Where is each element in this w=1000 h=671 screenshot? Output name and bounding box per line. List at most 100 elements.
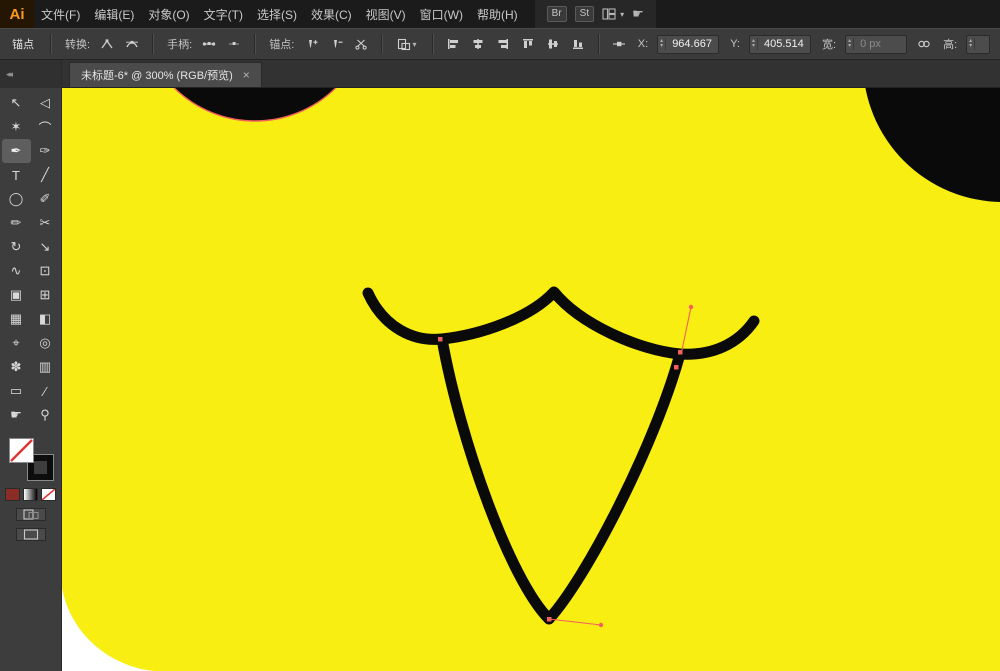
menu-file[interactable]: 文件(F) [34, 0, 87, 28]
zoom-tool[interactable]: ⚲ [31, 403, 60, 427]
rotate-tool[interactable]: ↻ [2, 235, 31, 259]
align-top-button[interactable] [518, 34, 538, 54]
line-segment-tool[interactable]: ╱ [31, 163, 60, 187]
lasso-tool[interactable]: ⌒ [31, 115, 60, 139]
align-right-button[interactable] [493, 34, 513, 54]
cut-path-button[interactable] [351, 34, 371, 54]
magic-wand-tool-icon: ✶ [10, 119, 22, 134]
anchor-point[interactable] [438, 337, 443, 342]
color-button[interactable] [5, 488, 20, 501]
yellow-head-shape[interactable] [62, 88, 1000, 671]
drawing-mode-button[interactable] [15, 508, 46, 521]
gradient-button[interactable] [23, 488, 38, 501]
scale-tool[interactable]: ↘ [31, 235, 60, 259]
screen-mode-button[interactable] [15, 528, 46, 541]
curvature-tool[interactable]: ✑ [31, 139, 60, 163]
close-icon[interactable]: × [243, 68, 250, 82]
menu-view[interactable]: 视图(V) [359, 0, 413, 28]
eyedropper-tool[interactable]: ⌖ [2, 331, 31, 355]
mesh-tool[interactable]: ▦ [2, 307, 31, 331]
pen-tool-icon: ✒ [10, 143, 22, 158]
chevron-down-icon: ▾ [620, 9, 625, 19]
hand-tool[interactable]: ☛ [2, 403, 31, 427]
align-bottom-button[interactable] [568, 34, 588, 54]
menu-type[interactable]: 文字(T) [197, 0, 250, 28]
slice-tool[interactable]: ∕ [31, 379, 60, 403]
toolbar-collapse-button[interactable]: ◂◂ [0, 60, 61, 88]
x-coordinate-field[interactable]: ▴ ▾ 964.667 [657, 34, 720, 54]
y-value[interactable]: 405.514 [758, 38, 810, 50]
document-tab-title: 未标题-6* @ 300% (RGB/预览) [81, 70, 233, 82]
workspace-switcher[interactable]: ▾ [602, 7, 625, 21]
artwork-scene [62, 88, 1000, 671]
fill-swatch[interactable] [8, 438, 34, 463]
selection-tool-icon: ↖ [10, 95, 22, 110]
shape-builder-tool[interactable]: ▣ [2, 283, 31, 307]
align-left-button[interactable] [443, 34, 463, 54]
type-tool-icon: T [12, 167, 20, 183]
pen-tool[interactable]: ✒ [1, 139, 31, 163]
anchor-point[interactable] [547, 617, 552, 622]
column-graph-tool[interactable]: ▥ [31, 355, 60, 379]
draw-mode-row [15, 508, 46, 521]
anchor-point-display-button[interactable] [609, 34, 629, 54]
handle-endpoint[interactable] [598, 622, 604, 628]
show-handles-button[interactable] [199, 34, 219, 54]
paintbrush-tool[interactable]: ✐ [31, 187, 60, 211]
spinner-arrows[interactable]: ▴ ▾ [750, 38, 758, 50]
menu-object[interactable]: 对象(O) [141, 0, 196, 28]
symbol-sprayer-tool[interactable]: ✽ [2, 355, 31, 379]
stock-button[interactable]: St [574, 6, 595, 22]
bridge-button[interactable]: Br [546, 6, 567, 22]
width-value: 0 px [860, 38, 881, 50]
convert-to-smooth-button[interactable] [122, 34, 142, 54]
segment-anchor-icon [612, 41, 625, 47]
menu-effect[interactable]: 效果(C) [304, 0, 359, 28]
y-coordinate-field[interactable]: ▴ ▾ 405.514 [748, 34, 811, 54]
artboard-tool[interactable]: ▭ [2, 379, 31, 403]
menu-window[interactable]: 窗口(W) [413, 0, 470, 28]
canvas[interactable] [62, 88, 1000, 671]
gradient-tool[interactable]: ◧ [31, 307, 60, 331]
selection-tool[interactable]: ↖ [2, 91, 31, 115]
scissors-tool[interactable]: ✂ [31, 211, 60, 235]
hide-handles-button[interactable] [224, 34, 244, 54]
menu-help[interactable]: 帮助(H) [470, 0, 525, 28]
hide-handles-icon [229, 42, 240, 45]
pencil-tool[interactable]: ✏ [2, 211, 31, 235]
menu-edit[interactable]: 编辑(E) [87, 0, 141, 28]
height-field[interactable]: ▴ ▾ [966, 34, 991, 54]
align-to-dropdown[interactable]: ▾ [392, 34, 421, 54]
x-value[interactable]: 964.667 [666, 38, 718, 50]
anchors-label: 锚点: [269, 39, 295, 51]
anchor-point[interactable] [678, 350, 683, 355]
menu-select[interactable]: 选择(S) [250, 0, 304, 28]
perspective-grid-tool[interactable]: ⊞ [31, 283, 60, 307]
spinner-arrows[interactable]: ▴ ▾ [967, 38, 976, 50]
color-mode-row [5, 488, 56, 501]
convert-to-corner-button[interactable] [97, 34, 117, 54]
blend-tool[interactable]: ◎ [31, 331, 60, 355]
free-transform-tool[interactable]: ⊡ [31, 259, 60, 283]
align-horizontal-center-button[interactable] [468, 34, 488, 54]
hand-tool-icon: ☛ [10, 407, 22, 422]
spinner-arrows[interactable]: ▴ ▾ [658, 38, 667, 50]
constrain-proportions-button[interactable] [914, 34, 934, 54]
touch-workspace-icon[interactable]: ☛ [632, 6, 644, 22]
magic-wand-tool[interactable]: ✶ [2, 115, 31, 139]
anchor-point[interactable] [674, 365, 679, 370]
type-tool[interactable]: T [2, 163, 31, 187]
direct-selection-tool[interactable]: ◁ [31, 91, 60, 115]
remove-anchor-button[interactable] [326, 34, 346, 54]
align-vertical-center-button[interactable] [543, 34, 563, 54]
pencil-tool-icon: ✏ [10, 215, 22, 230]
ellipse-tool[interactable]: ◯ [2, 187, 31, 211]
free-transform-tool-icon: ⊡ [39, 263, 51, 278]
none-fill-icon [9, 439, 33, 462]
none-button[interactable] [41, 488, 56, 501]
document-tab[interactable]: 未标题-6* @ 300% (RGB/预览) × [69, 62, 262, 87]
handle-endpoint[interactable] [688, 304, 694, 310]
width-tool[interactable]: ∿ [2, 259, 31, 283]
ellipse-tool-icon: ◯ [8, 191, 24, 206]
add-anchor-button[interactable] [301, 34, 321, 54]
